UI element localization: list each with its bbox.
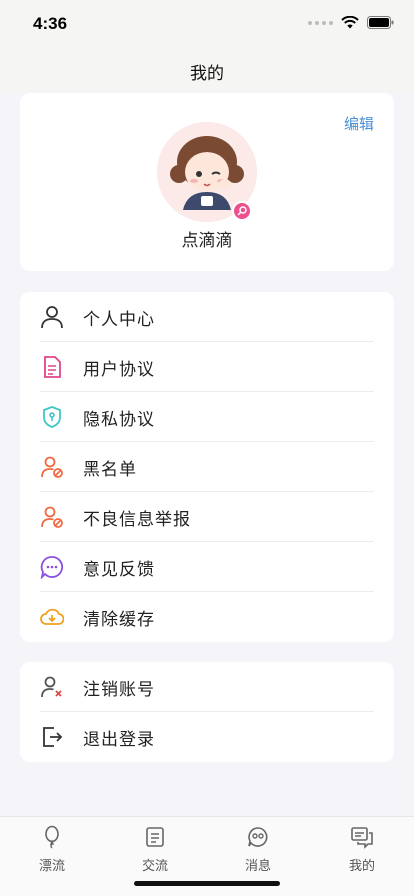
menu-item-label: 注销账号: [83, 680, 155, 700]
page-title: 我的: [190, 63, 224, 84]
tab-messages[interactable]: 消息: [218, 825, 298, 874]
balloon-icon: [45, 825, 59, 849]
menu-item-label: 清除缓存: [83, 610, 155, 630]
navigation-bar: 我的: [0, 50, 414, 92]
logout-icon: [43, 727, 63, 747]
menu-item-logout[interactable]: 退出登录: [20, 712, 394, 762]
status-time: 4:36: [33, 14, 68, 33]
menu-item-delete-account[interactable]: 注销账号: [20, 662, 394, 712]
menu-item-label: 用户协议: [83, 360, 155, 380]
tab-label: 交流: [141, 859, 168, 874]
user-block-icon: [41, 456, 63, 478]
wifi-icon: [341, 16, 359, 29]
avatar[interactable]: [157, 122, 257, 222]
edit-button[interactable]: 编辑: [344, 113, 374, 134]
battery-icon: [367, 16, 394, 29]
status-icons: [308, 16, 394, 29]
document-icon: [44, 356, 61, 378]
tab-label: 消息: [244, 859, 271, 874]
menu-group-account: 注销账号 退出登录: [20, 662, 394, 762]
menu-item-blacklist[interactable]: 黑名单: [20, 442, 394, 492]
tab-drift[interactable]: 漂流: [12, 825, 92, 874]
menu-item-feedback[interactable]: 意见反馈: [20, 542, 394, 592]
tab-label: 漂流: [38, 859, 65, 874]
menu-item-personal-center[interactable]: 个人中心: [20, 292, 394, 342]
menu-item-report[interactable]: 不良信息举报: [20, 492, 394, 542]
cloud-download-icon: [40, 608, 64, 625]
menu-item-label: 黑名单: [83, 460, 137, 480]
shield-icon: [43, 406, 61, 428]
user-remove-icon: [41, 676, 62, 698]
menu-item-clear-cache[interactable]: 清除缓存: [20, 592, 394, 642]
menu-item-label: 个人中心: [83, 310, 155, 330]
message-face-icon: [248, 827, 268, 847]
menu-item-user-agreement[interactable]: 用户协议: [20, 342, 394, 392]
chat-icon: [351, 827, 373, 849]
tab-mine[interactable]: 我的: [322, 825, 402, 874]
menu-item-label: 意见反馈: [83, 560, 155, 580]
menu-item-label: 退出登录: [83, 730, 155, 750]
user-report-icon: [41, 506, 63, 528]
menu-item-label: 隐私协议: [83, 410, 155, 430]
tab-communicate[interactable]: 交流: [115, 825, 195, 874]
status-bar: 4:36: [0, 0, 414, 50]
menu-item-privacy-policy[interactable]: 隐私协议: [20, 392, 394, 442]
tab-label: 我的: [348, 859, 375, 874]
menu-item-label: 不良信息举报: [83, 510, 191, 530]
signal-dots-icon: [308, 20, 333, 25]
profile-card: 编辑 点滴滴: [20, 93, 394, 271]
username: 点滴滴: [181, 231, 233, 251]
avatar-edit-badge-icon: [232, 201, 252, 221]
list-icon: [146, 827, 164, 847]
chat-bubble-icon: [40, 556, 64, 579]
home-indicator: [134, 881, 280, 886]
menu-group-main: 个人中心 用户协议 隐私协议 黑名单 不良信息举报 意见反馈 清除缓存: [20, 292, 394, 642]
user-icon: [41, 306, 63, 329]
